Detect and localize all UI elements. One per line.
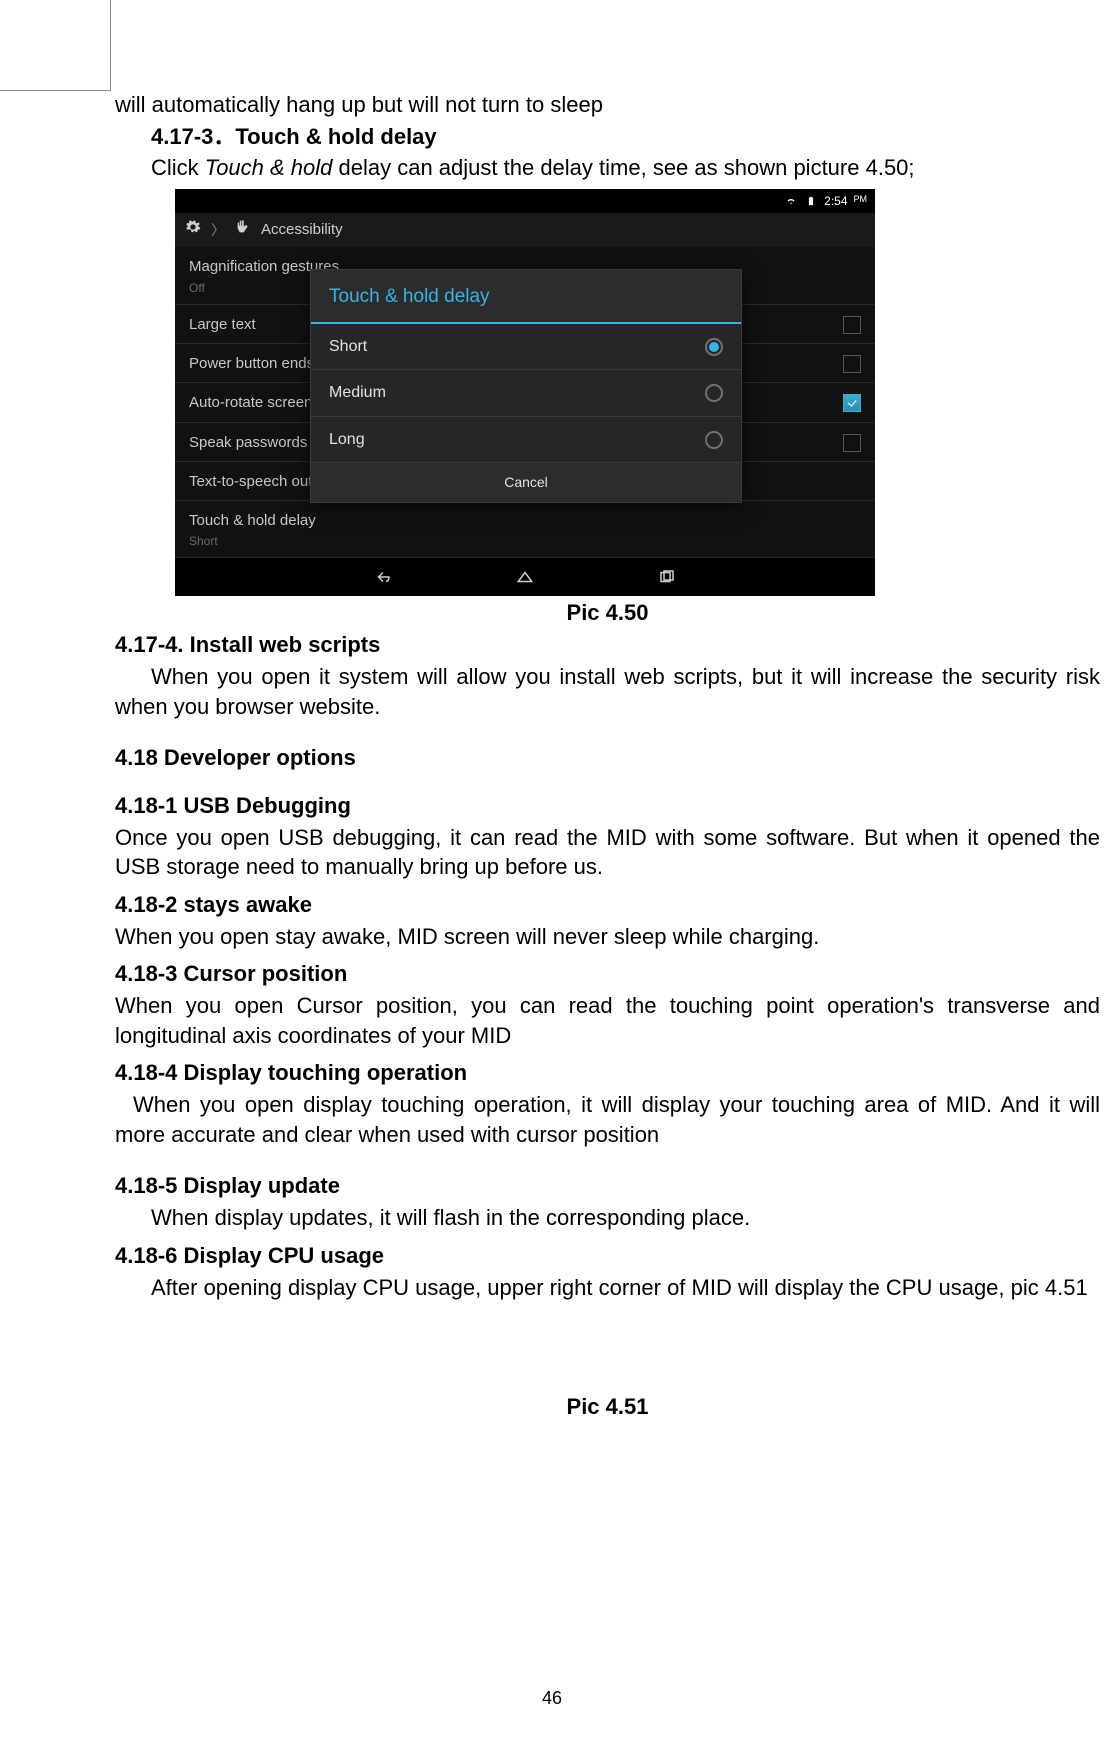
heading-4-18-6: 4.18-6 Display CPU usage — [115, 1241, 1100, 1271]
checkbox[interactable] — [843, 434, 861, 452]
cancel-button[interactable]: Cancel — [311, 463, 741, 502]
item-title: Large text — [189, 315, 256, 335]
paragraph-4-18-6: After opening display CPU usage, upper r… — [115, 1273, 1100, 1303]
item-title: Speak passwords — [189, 433, 307, 453]
checkbox-checked[interactable] — [843, 394, 861, 412]
chevron-right-icon: 〉 — [211, 221, 225, 240]
breadcrumb[interactable]: 〉 Accessibility — [175, 213, 875, 247]
heading-4-18-1: 4.18-1 USB Debugging — [115, 791, 1100, 821]
heading-4-17-4: 4.17-4. Install web scripts — [115, 630, 1100, 660]
list-item[interactable]: Touch & hold delay Short — [175, 501, 875, 558]
dialog-option-short[interactable]: Short — [311, 324, 741, 371]
gutter-box — [0, 0, 111, 91]
heading-4-18-3-text: Cursor position — [177, 961, 347, 986]
paragraph-4-18-5: When display updates, it will flash in t… — [115, 1203, 1100, 1233]
status-bar: 2:54 PM — [175, 189, 875, 213]
hand-icon — [235, 219, 251, 241]
p-4-17-3-b: delay can adjust the delay time, see as … — [332, 155, 914, 180]
heading-4-18-4: 4.18-4 Display touching operation — [115, 1058, 1100, 1088]
navigation-bar — [175, 558, 875, 596]
page-number: 46 — [0, 1688, 1104, 1709]
paragraph-4-18-1: Once you open USB debugging, it can read… — [115, 823, 1100, 882]
breadcrumb-label: Accessibility — [261, 220, 343, 240]
p-4-17-3-a: Click — [151, 155, 205, 180]
radio-icon — [705, 431, 723, 449]
recent-icon[interactable] — [656, 568, 678, 586]
item-title: Touch & hold delay — [189, 511, 316, 531]
paragraph-pre: will automatically hang up but will not … — [115, 90, 1100, 120]
battery-icon — [804, 195, 818, 207]
gear-icon — [185, 219, 201, 241]
heading-4-18-2: 4.18-2 stays awake — [115, 890, 1100, 920]
paragraph-4-18-2: When you open stay awake, MID screen wil… — [115, 922, 1100, 952]
option-label: Medium — [329, 382, 386, 404]
heading-4-18-3: 4.18-3 Cursor position — [115, 959, 1100, 989]
status-ampm: PM — [854, 193, 868, 205]
paragraph-4-18-4: When you open display touching operation… — [115, 1090, 1100, 1149]
radio-selected-icon — [705, 338, 723, 356]
heading-4-18-5: 4.18-5 Display update — [115, 1171, 1100, 1201]
heading-4-17-3: 4.17-3．Touch & hold delay — [115, 122, 1100, 152]
checkbox[interactable] — [843, 316, 861, 334]
item-title: Auto-rotate screen — [189, 393, 312, 413]
touch-hold-dialog: Touch & hold delay Short Medium Long Can… — [310, 269, 742, 503]
status-time: 2:54 — [824, 193, 847, 209]
paragraph-4-18-3: When you open Cursor position, you can r… — [115, 991, 1100, 1050]
dialog-option-medium[interactable]: Medium — [311, 370, 741, 417]
heading-4-18-3-num: 4.18-3 — [115, 961, 177, 986]
option-label: Long — [329, 429, 365, 451]
dialog-title: Touch & hold delay — [311, 270, 741, 324]
item-sub: Short — [189, 533, 316, 549]
dialog-option-long[interactable]: Long — [311, 417, 741, 464]
paragraph-4-17-4: When you open it system will allow you i… — [115, 662, 1100, 721]
radio-icon — [705, 384, 723, 402]
heading-4-18: 4.18 Developer options — [115, 743, 1100, 773]
paragraph-4-17-3: Click Touch & hold delay can adjust the … — [115, 153, 1100, 183]
caption-pic-4-50: Pic 4.50 — [115, 598, 1100, 628]
screenshot-4-50: 2:54 PM 〉 Accessibility — [115, 189, 1100, 596]
checkbox[interactable] — [843, 355, 861, 373]
home-icon[interactable] — [514, 568, 536, 586]
option-label: Short — [329, 336, 367, 358]
wifi-icon — [784, 195, 798, 207]
p-4-17-3-italic: Touch & hold — [205, 155, 333, 180]
caption-pic-4-51: Pic 4.51 — [115, 1392, 1100, 1422]
back-icon[interactable] — [372, 568, 394, 586]
